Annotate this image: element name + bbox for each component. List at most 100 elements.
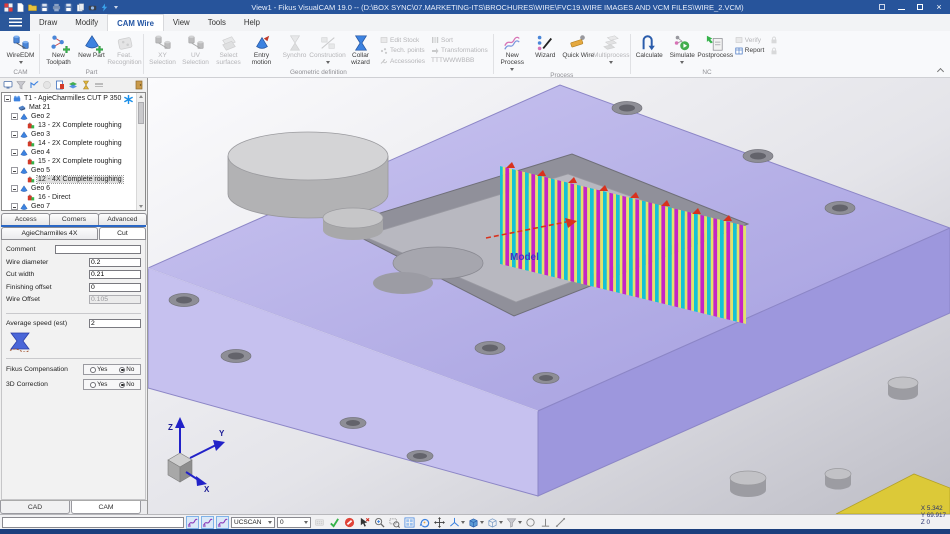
- report-doc-icon[interactable]: [55, 80, 65, 90]
- tree-row-tp13[interactable]: 13 - 2X Complete roughing: [2, 121, 135, 130]
- tree-scrollbar[interactable]: [136, 93, 145, 210]
- app-logo-icon[interactable]: [4, 3, 13, 12]
- simulate-button[interactable]: Simulate: [666, 32, 699, 64]
- fikus-compensation-no-radio[interactable]: No: [119, 366, 135, 373]
- tree-row-geo4[interactable]: Geo 4: [2, 148, 135, 157]
- tree-row-tp16[interactable]: 16 - Direct: [2, 193, 135, 202]
- tree-row-geo7[interactable]: Geo 7: [2, 202, 135, 211]
- tab-view[interactable]: View: [164, 14, 199, 31]
- tree-expander-icon[interactable]: [11, 131, 18, 138]
- deselect-icon[interactable]: [358, 516, 371, 529]
- viewport-canvas[interactable]: Model Z Y X: [148, 78, 950, 514]
- tree-row-machine[interactable]: T1 - AgieCharmilles CUT P 350: [2, 94, 135, 103]
- zoom-window-icon[interactable]: [388, 516, 401, 529]
- average-speed-input[interactable]: [89, 319, 141, 328]
- close-button[interactable]: ×: [934, 2, 944, 13]
- open-file-icon[interactable]: [28, 3, 37, 12]
- fikus-compensation-yes-radio[interactable]: Yes: [90, 366, 108, 373]
- scroll-up-icon[interactable]: [139, 95, 143, 98]
- minimize-button[interactable]: [896, 2, 906, 13]
- tree-expander-icon[interactable]: [11, 167, 18, 174]
- tab-advanced[interactable]: Advanced: [98, 213, 147, 225]
- report-button[interactable]: Report: [735, 47, 765, 55]
- tree-row-material[interactable]: Mat 21: [2, 103, 135, 112]
- line-tool-icon[interactable]: [554, 516, 567, 529]
- tree-row-tp12-selected[interactable]: 12 - 4X Complete roughing: [2, 175, 135, 184]
- new-document-icon[interactable]: [16, 3, 25, 12]
- tab-cut[interactable]: Cut: [99, 227, 146, 240]
- favorite-star-icon[interactable]: [124, 95, 133, 104]
- scroll-thumb[interactable]: [138, 102, 144, 124]
- command-input[interactable]: [2, 517, 184, 528]
- zoom-in-icon[interactable]: [373, 516, 386, 529]
- pan-view-icon[interactable]: [433, 516, 446, 529]
- filter-icon[interactable]: [16, 80, 26, 90]
- new-part-button[interactable]: New Part: [75, 32, 108, 60]
- wire-diameter-input[interactable]: [89, 258, 141, 267]
- tree-row-geo3[interactable]: Geo 3: [2, 130, 135, 139]
- wire-display-3-icon[interactable]: [216, 516, 229, 529]
- tab-agiecharmilles[interactable]: AgieCharmilles 4X: [1, 227, 98, 240]
- perpendicular-tool-icon[interactable]: [539, 516, 552, 529]
- level-select[interactable]: 0: [277, 517, 311, 528]
- entry-motion-button[interactable]: Entry motion: [245, 32, 278, 67]
- comment-input[interactable]: [55, 245, 141, 254]
- tab-corners[interactable]: Corners: [49, 213, 98, 225]
- save-all-icon[interactable]: [64, 3, 73, 12]
- tree-expander-icon[interactable]: [11, 185, 18, 192]
- tab-draw[interactable]: Draw: [30, 14, 66, 31]
- ucs-select[interactable]: UCSCAN: [231, 517, 275, 528]
- rotate-view-icon[interactable]: [418, 516, 431, 529]
- tree-expander-icon[interactable]: [11, 203, 18, 210]
- save-icon[interactable]: [40, 3, 49, 12]
- close-panel-icon[interactable]: [134, 80, 144, 90]
- cancel-icon[interactable]: [343, 516, 356, 529]
- new-process-button[interactable]: New Process: [496, 32, 529, 71]
- shaded-view-icon[interactable]: [467, 516, 484, 529]
- tree-row-geo2[interactable]: Geo 2: [2, 112, 135, 121]
- wire-display-2-icon[interactable]: [201, 516, 214, 529]
- zoom-fit-icon[interactable]: [403, 516, 416, 529]
- iso-view-icon[interactable]: [448, 516, 465, 529]
- hourglass-icon[interactable]: [81, 80, 91, 90]
- tab-modify[interactable]: Modify: [66, 14, 107, 31]
- tab-cam[interactable]: CAM: [71, 501, 141, 514]
- scroll-down-icon[interactable]: [139, 205, 143, 208]
- new-toolpath-button[interactable]: New Toolpath: [42, 32, 75, 67]
- tree-expander-icon[interactable]: [11, 149, 18, 156]
- tab-help[interactable]: Help: [235, 14, 269, 31]
- wireedm-button[interactable]: WireEDM: [4, 32, 37, 64]
- tree-row-geo6[interactable]: Geo 6: [2, 184, 135, 193]
- tab-access[interactable]: Access: [1, 213, 50, 225]
- circle-tool-icon[interactable]: [524, 516, 537, 529]
- confirm-icon[interactable]: [328, 516, 341, 529]
- restore-button[interactable]: [915, 2, 925, 13]
- collar-wizard-button[interactable]: Collar wizard: [344, 32, 377, 67]
- tree-expander-icon[interactable]: [4, 95, 11, 102]
- 3d-correction-no-radio[interactable]: No: [119, 381, 135, 388]
- calculate-button[interactable]: Calculate: [633, 32, 666, 60]
- tab-tools[interactable]: Tools: [199, 14, 235, 31]
- 3d-correction-yes-radio[interactable]: Yes: [90, 381, 108, 388]
- capture-icon[interactable]: [88, 3, 97, 12]
- wireframe-view-icon[interactable]: [486, 516, 503, 529]
- display-filter-icon[interactable]: [505, 516, 522, 529]
- tree-row-tp14[interactable]: 14 - 2X Complete roughing: [2, 139, 135, 148]
- wire-segments-icon[interactable]: [94, 80, 104, 90]
- wire-display-1-icon[interactable]: [186, 516, 199, 529]
- tab-cad[interactable]: CAD: [0, 501, 70, 514]
- clipboard-icon[interactable]: [76, 3, 85, 12]
- layers-icon[interactable]: [68, 80, 78, 90]
- lightning-icon[interactable]: [100, 3, 109, 12]
- main-menu-button[interactable]: [0, 14, 30, 31]
- ribbon-collapse-button[interactable]: [938, 69, 943, 74]
- postprocess-button[interactable]: Postprocess: [699, 32, 732, 60]
- wizard-button[interactable]: Wizard: [529, 32, 562, 60]
- toolpath-route-icon[interactable]: [29, 80, 39, 90]
- machine-view-icon[interactable]: [3, 80, 13, 90]
- tree-row-tp15[interactable]: 15 - 2X Complete roughing: [2, 157, 135, 166]
- cut-width-input[interactable]: [89, 270, 141, 279]
- tab-cam-wire[interactable]: CAM Wire: [107, 14, 164, 31]
- tree-expander-icon[interactable]: [11, 113, 18, 120]
- window-menu-button[interactable]: [877, 2, 887, 13]
